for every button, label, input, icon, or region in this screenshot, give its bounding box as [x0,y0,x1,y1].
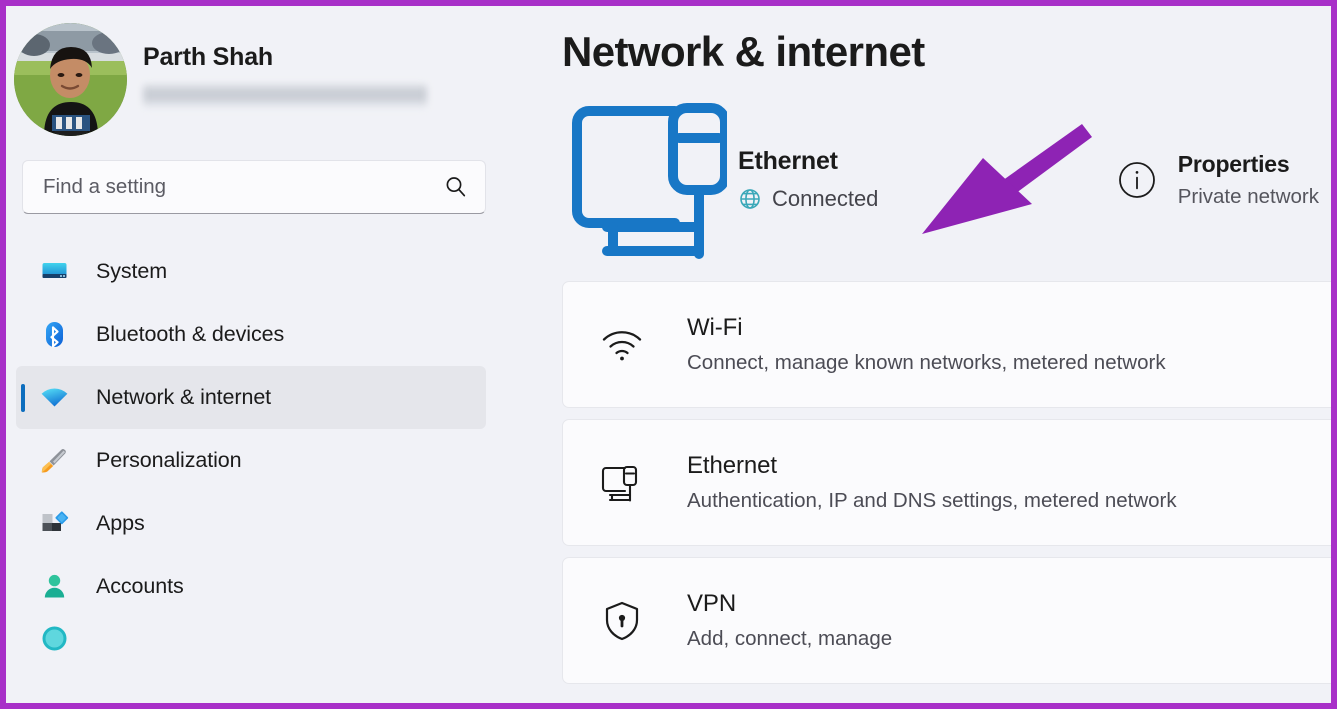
globe-icon [738,187,762,211]
sidebar-item-system[interactable]: System [16,240,486,303]
settings-card-vpn[interactable]: VPN Add, connect, manage [562,557,1331,684]
ethernet-icon [599,463,645,503]
properties-subtitle: Private network [1177,184,1319,208]
paintbrush-icon [38,445,70,477]
sidebar-item-label: Apps [96,511,145,535]
sidebar-item-label: System [96,259,168,283]
sidebar-item-label: Accounts [96,574,184,598]
accounts-icon [38,571,70,603]
system-icon [38,256,70,288]
main-content: Network & internet Ethernet Connected Pr… [500,6,1331,703]
avatar[interactable] [14,22,127,136]
sidebar: Parth Shah Find a setting System Bluetoo… [6,6,500,703]
network-status-text: Ethernet Connected [738,147,878,212]
network-adapter-name: Ethernet [738,147,838,175]
settings-card-title: Wi-Fi [687,314,743,341]
user-profile[interactable]: Parth Shah [6,14,500,136]
properties-button[interactable]: Properties Private network [1116,151,1319,209]
profile-email-redacted [143,82,427,109]
info-circle-icon [1116,159,1158,201]
wifi-icon [599,327,645,363]
sidebar-item-apps[interactable]: Apps [16,492,486,555]
settings-card-wifi[interactable]: Wi-Fi Connect, manage known networks, me… [562,281,1331,408]
bluetooth-icon [38,319,70,351]
sidebar-item-partial-next[interactable] [16,618,486,658]
settings-window: Parth Shah Find a setting System Bluetoo… [6,6,1331,703]
ethernet-monitor-icon [562,96,732,264]
clock-icon [38,622,70,654]
settings-card-text: Ethernet Authentication, IP and DNS sett… [687,452,1177,513]
sidebar-item-label: Personalization [96,448,242,472]
page-title: Network & internet [562,28,925,75]
settings-card-title: Ethernet [687,452,777,479]
settings-card-subtitle: Connect, manage known networks, metered … [687,351,1166,374]
network-connection-status: Connected [738,186,878,212]
profile-text: Parth Shah [143,43,500,115]
annotated-screenshot-frame: Parth Shah Find a setting System Bluetoo… [0,0,1337,709]
sidebar-item-bluetooth-devices[interactable]: Bluetooth & devices [16,303,486,366]
settings-card-text: Wi-Fi Connect, manage known networks, me… [687,314,1166,375]
settings-card-subtitle: Authentication, IP and DNS settings, met… [687,489,1177,512]
properties-text: Properties Private network [1178,151,1319,209]
vpn-shield-icon [599,600,645,642]
sidebar-item-label: Network & internet [96,385,272,409]
sidebar-item-label: Bluetooth & devices [96,322,285,346]
sidebar-item-network-internet[interactable]: Network & internet [16,366,486,429]
search-box[interactable] [22,160,486,214]
settings-card-ethernet[interactable]: Ethernet Authentication, IP and DNS sett… [562,419,1331,546]
network-status-strip: Ethernet Connected Properties Private ne… [562,92,1331,267]
settings-card-list: Wi-Fi Connect, manage known networks, me… [562,281,1331,684]
properties-title: Properties [1177,150,1290,177]
sidebar-item-accounts[interactable]: Accounts [16,555,486,618]
settings-card-subtitle: Add, connect, manage [687,627,893,650]
network-icon [38,382,70,414]
connection-status-label: Connected [772,186,879,211]
search-input[interactable] [43,175,443,199]
search-icon[interactable] [443,174,469,200]
sidebar-nav: System Bluetooth & devices Network & int… [6,240,500,658]
settings-card-title: VPN [687,590,737,617]
settings-card-text: VPN Add, connect, manage [687,590,892,651]
apps-icon [38,508,70,540]
sidebar-item-personalization[interactable]: Personalization [16,429,486,492]
profile-name: Parth Shah [143,43,273,72]
